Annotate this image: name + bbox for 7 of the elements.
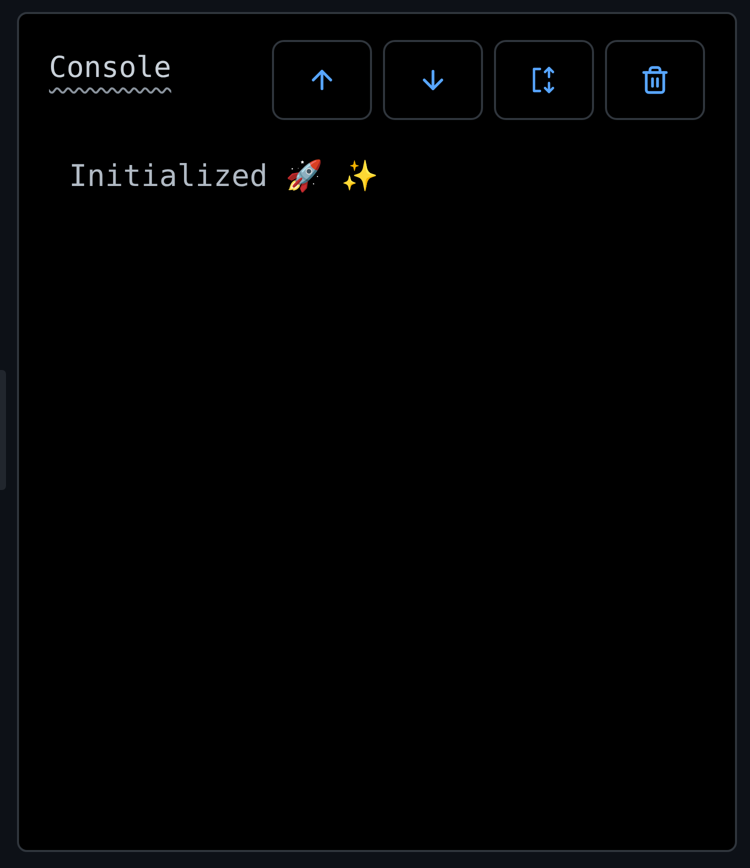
log-line: Initialized 🚀 ✨ xyxy=(69,158,379,194)
clear-button[interactable] xyxy=(605,40,705,120)
panel-title: Console xyxy=(49,50,172,84)
trash-icon xyxy=(640,65,670,95)
scroll-down-button[interactable] xyxy=(383,40,483,120)
scroll-up-button[interactable] xyxy=(272,40,372,120)
fit-button[interactable] xyxy=(494,40,594,120)
